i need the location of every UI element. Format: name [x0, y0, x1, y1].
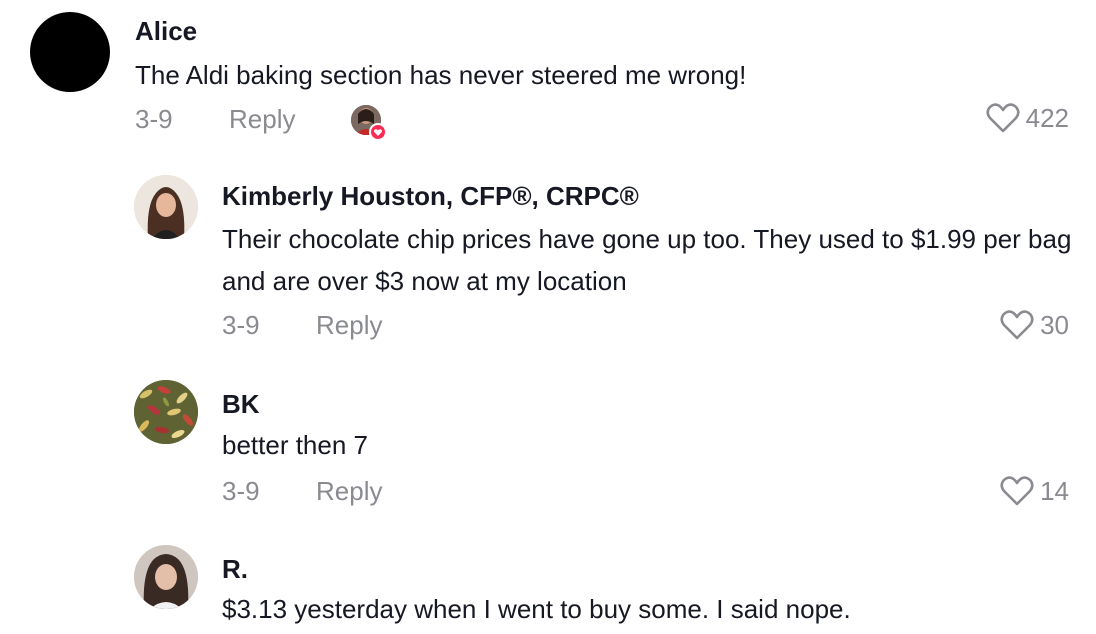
creator-liked-badge [350, 104, 387, 141]
heart-outline-icon [1000, 310, 1034, 340]
avatar[interactable] [30, 12, 110, 92]
comment-author[interactable]: Kimberly Houston, CFP®, CRPC® [222, 181, 639, 212]
heart-outline-icon [986, 103, 1020, 133]
comment-author[interactable]: R. [222, 554, 248, 585]
avatar[interactable] [134, 545, 198, 609]
comment-author[interactable]: Alice [135, 16, 197, 47]
profile-photo [134, 380, 198, 444]
comment-item: Kimberly Houston, CFP®, CRPC® Their choc… [0, 165, 1096, 345]
comment-date: 3-9 [222, 476, 260, 506]
reply-button[interactable]: Reply [229, 104, 295, 135]
comment-text: better then 7 [222, 430, 368, 460]
avatar[interactable] [134, 380, 198, 444]
reply-button[interactable]: Reply [316, 476, 382, 507]
comment-item: R. $3.13 yesterday when I went to buy so… [0, 535, 1096, 634]
like-count: 14 [1040, 475, 1069, 506]
comment-date: 3-9 [222, 310, 260, 340]
heart-outline-icon [1000, 476, 1034, 506]
comment-date: 3-9 [135, 104, 173, 134]
comment-text: Their chocolate chip prices have gone up… [222, 224, 1072, 296]
profile-photo [134, 175, 198, 239]
comment-text: The Aldi baking section has never steere… [135, 60, 747, 90]
like-button[interactable]: 14 [1000, 475, 1069, 507]
like-button[interactable]: 30 [1000, 309, 1069, 341]
profile-photo [134, 545, 198, 609]
reply-button[interactable]: Reply [316, 310, 382, 341]
avatar[interactable] [134, 175, 198, 239]
creator-liked-heart-icon [351, 105, 387, 141]
like-count: 422 [1025, 102, 1069, 133]
like-count: 30 [1040, 309, 1069, 340]
comment-author[interactable]: BK [222, 389, 260, 420]
comment-text: $3.13 yesterday when I went to buy some.… [222, 594, 851, 624]
like-button[interactable]: 422 [986, 102, 1069, 134]
comment-item: BK better then 7 3-9 Reply 14 [0, 370, 1096, 510]
comment-item: Alice The Aldi baking section has never … [0, 0, 1096, 150]
